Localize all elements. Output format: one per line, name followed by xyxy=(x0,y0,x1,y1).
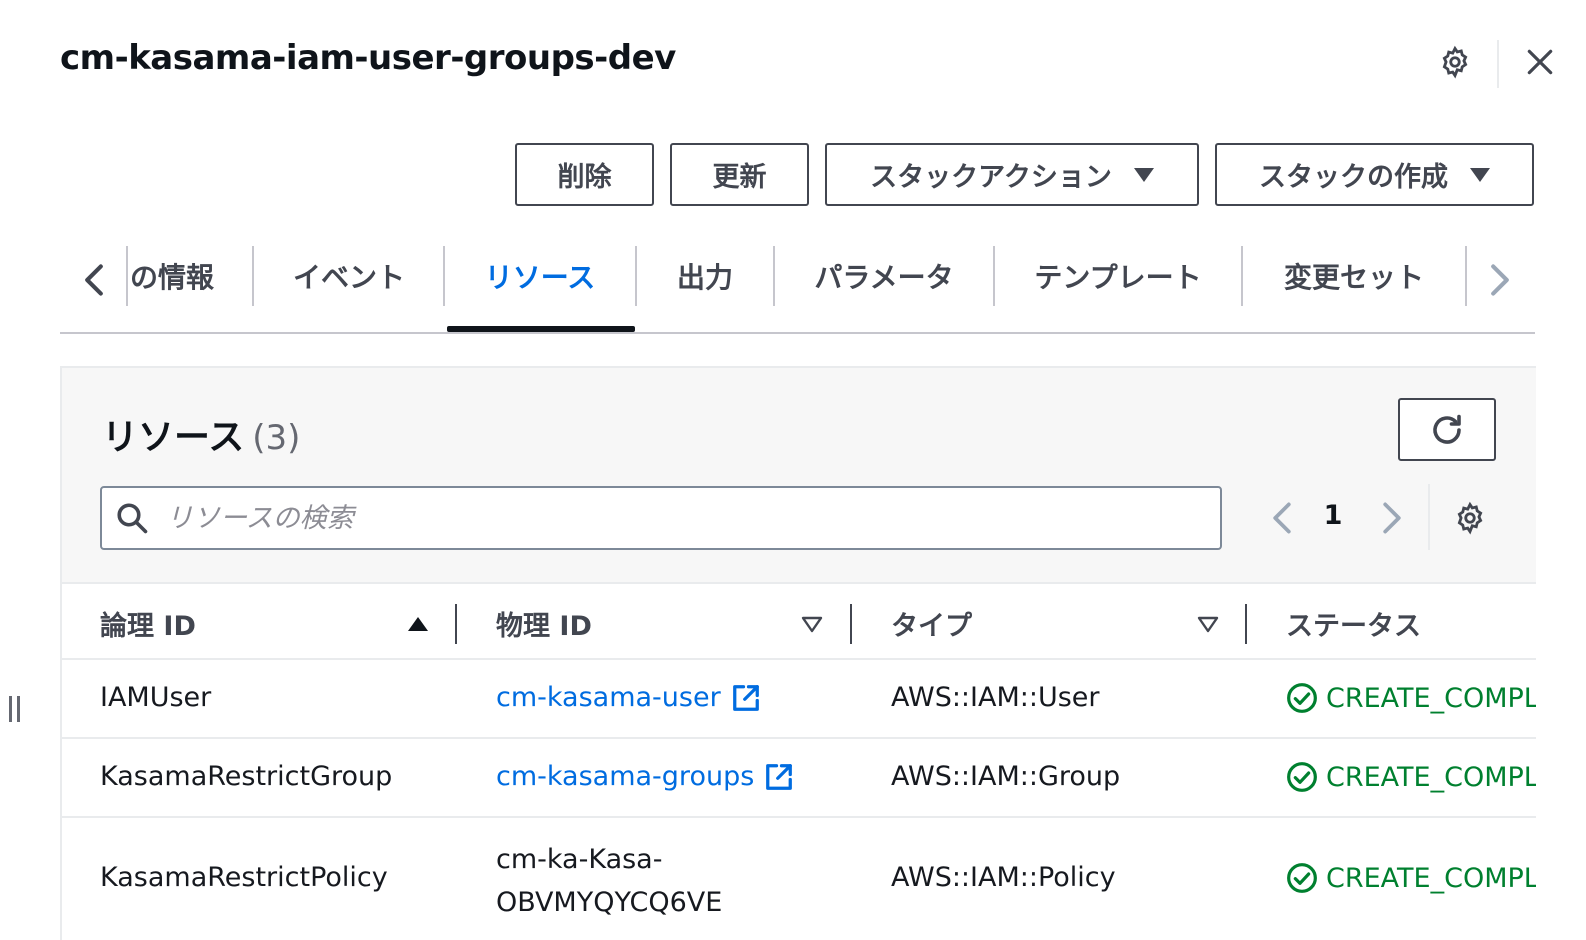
status-text: CREATE_COMPLETE xyxy=(1326,862,1536,894)
status-badge: CREATE_COMPLETE xyxy=(1286,761,1536,793)
tab-outputs[interactable]: 出力 xyxy=(637,246,773,306)
caret-down-icon xyxy=(1133,167,1154,182)
panel-title: リソース (3) xyxy=(102,408,300,460)
panel-header: リソース(3) 1 xyxy=(62,368,1536,582)
physical-id-text[interactable]: cm-kasama-user xyxy=(496,682,721,713)
status-text: CREATE_COMPLETE xyxy=(1326,682,1536,714)
logical-id-cell: KasamaRestrictPolicy xyxy=(100,862,388,893)
type-cell: AWS::IAM::User xyxy=(891,682,1100,713)
tab-stack-info[interactable]: の情報 xyxy=(130,246,220,306)
column-header-logical-id[interactable]: 論理 ID xyxy=(100,604,196,643)
tab-events[interactable]: イベント xyxy=(254,246,444,306)
header-divider xyxy=(1497,40,1499,88)
search-icon xyxy=(117,503,148,534)
table-row: KasamaRestrictPolicy cm-ka-Kasa-OBVMYQYC… xyxy=(62,818,1536,940)
status-badge: CREATE_COMPLETE xyxy=(1286,682,1536,714)
tab-separator xyxy=(126,246,128,306)
stack-actions-dropdown[interactable]: スタックアクション xyxy=(825,143,1199,206)
success-check-icon xyxy=(1287,762,1317,792)
tab-parameters[interactable]: パラメータ xyxy=(775,246,993,306)
logical-id-cell: IAMUser xyxy=(100,682,212,713)
page-number[interactable]: 1 xyxy=(1318,500,1348,531)
table-row: IAMUser cm-kasama-user AWS::IAM::User CR… xyxy=(62,660,1536,739)
active-tab-indicator xyxy=(447,326,635,332)
prev-page-icon[interactable] xyxy=(1262,498,1302,538)
create-stack-dropdown[interactable]: スタックの作成 xyxy=(1215,143,1534,206)
caret-down-icon xyxy=(1470,167,1490,182)
resize-handle-icon[interactable] xyxy=(9,696,25,722)
sort-icon[interactable] xyxy=(800,612,824,636)
type-cell: AWS::IAM::Group xyxy=(891,761,1121,792)
pager-divider xyxy=(1428,484,1430,550)
table-preferences-gear-icon[interactable] xyxy=(1450,498,1490,538)
tab-scroll-left-icon[interactable] xyxy=(74,260,114,300)
gear-icon[interactable] xyxy=(1435,42,1475,82)
next-page-icon[interactable] xyxy=(1372,498,1412,538)
tab-change-sets[interactable]: 変更セット xyxy=(1243,246,1465,306)
table-row: KasamaRestrictGroup cm-kasama-groups AWS… xyxy=(62,739,1536,818)
panel-title-text: リソース xyxy=(102,417,245,458)
sort-icon[interactable] xyxy=(1196,612,1220,636)
physical-id-cell: cm-ka-Kasa-OBVMYQYCQ6VE xyxy=(496,844,723,918)
type-cell: AWS::IAM::Policy xyxy=(891,862,1116,893)
physical-id-text[interactable]: cm-kasama-groups xyxy=(496,761,754,792)
success-check-icon xyxy=(1287,683,1317,713)
resources-panel: リソース(3) 1 xyxy=(60,366,1536,940)
tab-scroll-right-icon[interactable] xyxy=(1480,260,1520,300)
external-link-icon xyxy=(732,684,759,711)
success-check-icon xyxy=(1287,863,1317,893)
tab-template[interactable]: テンプレート xyxy=(995,246,1241,306)
external-link-icon xyxy=(766,763,793,790)
column-header-status[interactable]: ステータス xyxy=(1286,604,1421,643)
logical-id-cell: KasamaRestrictGroup xyxy=(100,761,393,792)
refresh-icon xyxy=(1433,414,1461,444)
column-resizer[interactable] xyxy=(1245,604,1247,644)
search-field[interactable] xyxy=(100,486,1222,550)
stack-actions-label: スタックアクション xyxy=(870,162,1112,192)
physical-id-link[interactable]: cm-kasama-user xyxy=(496,682,761,713)
tab-separator xyxy=(1465,246,1467,306)
update-button[interactable]: 更新 xyxy=(670,143,809,206)
tab-bar: の情報 イベント リソース 出力 パラメータ テンプレート 変更セット xyxy=(60,246,1535,334)
status-badge: CREATE_COMPLETE xyxy=(1286,862,1536,894)
search-input[interactable] xyxy=(166,494,1206,542)
status-text: CREATE_COMPLETE xyxy=(1326,761,1536,793)
column-header-type[interactable]: タイプ xyxy=(891,604,972,643)
tab-resources[interactable]: リソース xyxy=(445,246,635,306)
column-resizer[interactable] xyxy=(455,604,457,644)
resource-count: (3) xyxy=(252,418,301,458)
create-stack-label: スタックの作成 xyxy=(1259,162,1448,192)
close-icon[interactable] xyxy=(1520,42,1560,82)
column-resizer[interactable] xyxy=(850,604,852,644)
page-title: cm-kasama-iam-user-groups-dev xyxy=(60,38,676,78)
physical-id-link[interactable]: cm-kasama-groups xyxy=(496,761,794,792)
column-header-physical-id[interactable]: 物理 ID xyxy=(496,604,592,643)
table-header: 論理 ID 物理 ID タイプ ステータス xyxy=(62,582,1536,660)
refresh-button[interactable] xyxy=(1398,398,1496,461)
sort-ascending-icon[interactable] xyxy=(406,612,430,636)
delete-button[interactable]: 削除 xyxy=(515,143,654,206)
